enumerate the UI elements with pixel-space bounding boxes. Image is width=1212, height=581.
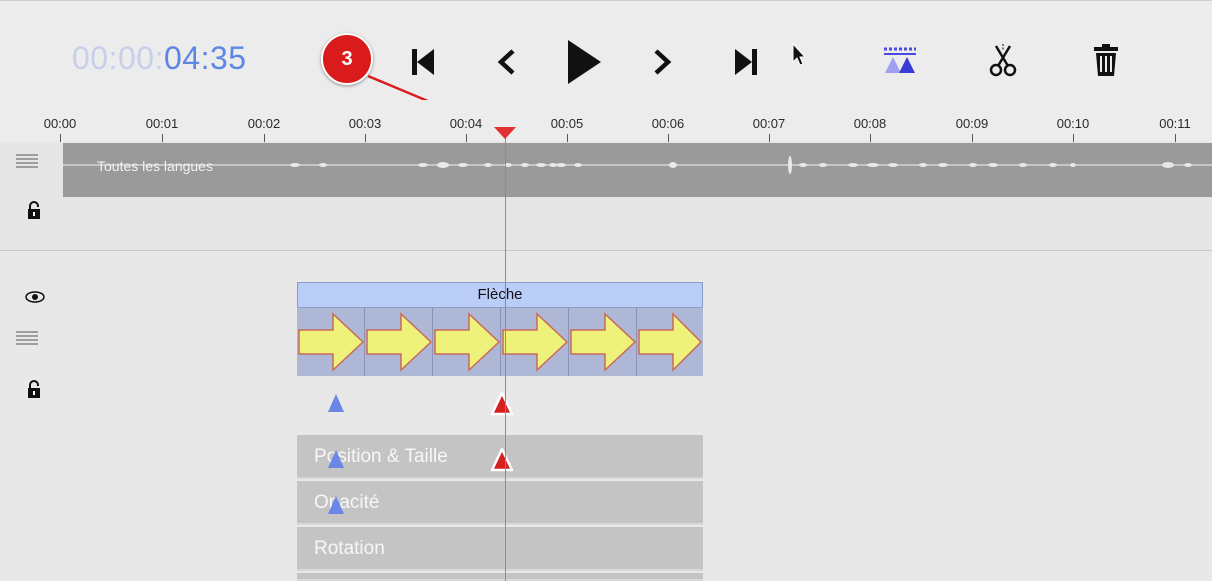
audio-waveform xyxy=(63,156,1212,174)
pointer-button[interactable] xyxy=(786,40,812,70)
skip-to-start-button[interactable] xyxy=(405,45,441,79)
param-row-opacity[interactable]: Opacité xyxy=(297,481,703,525)
audio-clip[interactable] xyxy=(63,143,1212,197)
keyframe-marker[interactable] xyxy=(327,449,345,469)
frame-divider xyxy=(568,308,569,376)
param-label: Opacité xyxy=(314,492,380,513)
ruler-label: 00:05 xyxy=(550,116,584,131)
audio-track-label: Toutes les langues xyxy=(97,158,213,174)
lines-icon xyxy=(16,331,38,345)
keyframe-marker[interactable] xyxy=(327,393,345,413)
ruler-marks: 00:00 00:01 00:02 00:03 00:04 00:05 00:0… xyxy=(0,100,1212,142)
timecode-dim: 00:00: xyxy=(72,40,164,76)
split-button[interactable] xyxy=(986,40,1020,80)
eye-icon xyxy=(25,291,45,303)
skip-to-end-button[interactable] xyxy=(728,45,764,79)
scissors-icon xyxy=(989,44,1017,77)
ruler-tick xyxy=(1175,134,1176,142)
keyframe-marker-selected[interactable] xyxy=(490,447,514,473)
param-label: Rotation xyxy=(314,538,385,559)
ruler-label: 00:10 xyxy=(1056,116,1090,131)
step-back-icon xyxy=(497,49,515,75)
ruler-label: 00:07 xyxy=(752,116,786,131)
ruler-tick xyxy=(264,134,265,142)
play-icon xyxy=(568,40,601,84)
track-visibility-toggle[interactable] xyxy=(22,288,48,306)
ruler-label: 00:02 xyxy=(247,116,281,131)
ruler-tick xyxy=(668,134,669,142)
pointer-icon xyxy=(792,43,807,66)
skip-to-end-icon xyxy=(735,49,757,75)
playhead-handle[interactable] xyxy=(493,126,517,140)
ruler-tick xyxy=(972,134,973,142)
lock-icon xyxy=(28,201,40,219)
audio-track-lock[interactable] xyxy=(22,198,46,222)
keyframe-icon xyxy=(884,47,916,73)
ruler-label: 00:01 xyxy=(145,116,179,131)
delete-button[interactable] xyxy=(1089,42,1123,78)
ruler-label: 00:08 xyxy=(853,116,887,131)
ruler-label: 00:11 xyxy=(1159,116,1191,131)
ruler-tick xyxy=(1073,134,1074,142)
lock-icon xyxy=(28,380,40,398)
timecode-display: 00:00:04:35 xyxy=(72,40,247,77)
clip-title[interactable]: Flèche xyxy=(297,282,703,308)
ruler-tick xyxy=(870,134,871,142)
timecode-current: 04:35 xyxy=(163,40,247,76)
ruler-tick xyxy=(162,134,163,142)
step-back-button[interactable] xyxy=(490,45,524,79)
keyframe-marker[interactable] xyxy=(327,495,345,515)
keyframe-marker-selected[interactable] xyxy=(490,391,514,417)
ruler-tick xyxy=(466,134,467,142)
ruler-tick xyxy=(60,134,61,142)
keyframe-button[interactable] xyxy=(880,44,920,78)
frame-divider xyxy=(636,308,637,376)
audio-track-handle[interactable] xyxy=(12,150,42,174)
frame-divider xyxy=(500,308,501,376)
ruler-label: 00:06 xyxy=(651,116,685,131)
ruler-label: 00:09 xyxy=(955,116,989,131)
annotation-number: 3 xyxy=(341,47,353,70)
ruler-tick xyxy=(769,134,770,142)
play-button[interactable] xyxy=(563,38,605,86)
ruler-label: 00:03 xyxy=(348,116,382,131)
clip-thumbnails[interactable] xyxy=(297,308,703,376)
frame-divider xyxy=(364,308,365,376)
param-row-rotation[interactable]: Rotation xyxy=(297,527,703,571)
trash-icon xyxy=(1094,44,1118,76)
ruler-tick xyxy=(567,134,568,142)
step-forward-icon xyxy=(654,49,672,75)
track-handle[interactable] xyxy=(12,327,42,351)
ruler-label: 00:04 xyxy=(449,116,483,131)
track-lock[interactable] xyxy=(22,377,46,401)
ruler-label: 00:00 xyxy=(43,116,77,131)
param-row-next xyxy=(297,573,703,581)
playhead-line xyxy=(505,128,506,581)
skip-to-start-icon xyxy=(412,49,434,75)
ruler-tick xyxy=(365,134,366,142)
lines-icon xyxy=(16,154,38,168)
step-forward-button[interactable] xyxy=(645,45,679,79)
frame-divider xyxy=(432,308,433,376)
